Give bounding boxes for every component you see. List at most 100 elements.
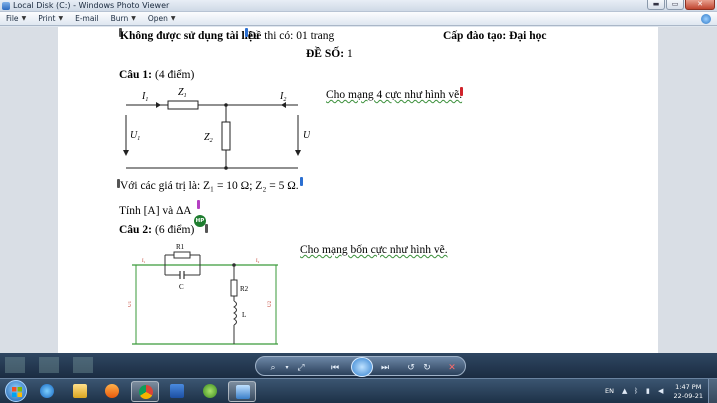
r2-resistor [230, 279, 238, 297]
label-r1: R1 [176, 243, 185, 251]
clock-time: 1:47 PM [675, 383, 702, 391]
label-i2: I₂ [256, 259, 260, 264]
folder-icon [73, 384, 87, 398]
rotate-right-icon[interactable]: ↻ [420, 362, 434, 374]
q2-text: Cho mạng bốn cực như hình vẽ. [300, 244, 448, 256]
window-title: Local Disk (C:) - Windows Photo Viewer [13, 1, 170, 10]
z1-resistor [167, 100, 199, 110]
clock-date: 22-09-21 [673, 392, 703, 400]
circuit-diagram-1: I1 Z1 I2 Z2 U1 U2 [123, 87, 310, 170]
chevron-down-icon: ▼ [21, 15, 27, 22]
windows-logo-icon [12, 387, 22, 397]
word-icon [170, 384, 184, 398]
network-icon[interactable]: ▮ [646, 387, 653, 395]
taskbar: EN ▲ ᛒ ▮ ◀ 1:47 PM 22-09-21 [0, 378, 717, 403]
title-bar: Local Disk (C:) - Windows Photo Viewer ▬… [0, 0, 717, 12]
window-controls: ▬ ▭ ✕ [646, 0, 715, 11]
voltage-arrow-icon [123, 150, 129, 156]
menu-print-label: Print [38, 14, 56, 23]
zoom-icon[interactable]: ⌕ [266, 362, 280, 374]
taskbar-app[interactable] [196, 381, 224, 402]
rotate-left-icon[interactable]: ↺ [404, 362, 418, 374]
q1-points: (4 điểm) [155, 69, 195, 81]
label-u1: U1 [130, 130, 140, 142]
q1-values: Với các giá trị là: Z₁ = 10 Ω; Z₂ = 5 Ω. [120, 180, 299, 192]
label-i1: I₁ [142, 259, 146, 264]
menu-burn[interactable]: Burn ▼ [105, 12, 142, 26]
comment-marker[interactable] [300, 177, 303, 186]
label-l: L [242, 311, 246, 319]
slideshow-button[interactable] [351, 357, 373, 377]
current-arrow-icon [156, 102, 161, 108]
clock[interactable]: 1:47 PM 22-09-21 [673, 383, 703, 401]
label-i1: I1 [141, 91, 148, 103]
menu-print[interactable]: Print ▼ [32, 12, 69, 26]
photo-viewer-icon [2, 2, 10, 10]
delete-icon[interactable]: ✕ [445, 362, 459, 374]
start-button[interactable] [5, 380, 27, 402]
show-desktop-button[interactable] [708, 379, 717, 403]
taskbar-photo-viewer[interactable] [228, 381, 256, 402]
q2-points: (6 điểm) [155, 224, 195, 236]
header-mid: Đề thi có: 01 trang [248, 30, 335, 42]
exam-page-image: Không được sử dụng tài liệu Đề thi có: 0… [58, 27, 658, 353]
photo-viewer-icon [236, 385, 250, 399]
label-c: C [179, 283, 184, 291]
label-z2: Z2 [204, 132, 213, 144]
taskbar-media-player[interactable] [98, 381, 126, 402]
exam-number-value: 1 [347, 48, 353, 60]
menu-file-label: File [6, 14, 19, 23]
previous-icon[interactable]: ⏮ [328, 362, 342, 374]
taskbar-word[interactable] [163, 381, 191, 402]
label-u2: U2 [303, 130, 310, 142]
label-u1: U1 [128, 300, 133, 307]
show-hidden-icons-icon[interactable]: ▲ [622, 387, 629, 395]
chevron-down-icon: ▼ [58, 15, 64, 22]
maximize-button[interactable]: ▭ [666, 0, 684, 10]
app-icon [203, 384, 217, 398]
menu-file[interactable]: File ▼ [0, 12, 32, 26]
q1-text: Cho mạng 4 cực như hình vẽ. [326, 89, 463, 101]
viewer-controls: ⌕ ▾ ⤢ ⏮ ⏭ ↺ ↻ ✕ [255, 356, 466, 377]
taskbar-chrome[interactable] [131, 381, 159, 402]
chevron-down-icon[interactable]: ▾ [280, 362, 294, 374]
system-tray: EN ▲ ᛒ ▮ ◀ 1:47 PM 22-09-21 [602, 379, 717, 403]
actual-size-icon[interactable]: ⤢ [294, 362, 308, 374]
label-u2: U2 [268, 300, 273, 307]
header-left: Không được sử dụng tài liệu [120, 30, 260, 42]
menu-email[interactable]: E-mail [69, 12, 105, 26]
taskbar-ie[interactable] [33, 381, 61, 402]
menu-burn-label: Burn [110, 14, 129, 23]
next-icon[interactable]: ⏭ [378, 362, 392, 374]
taskbar-explorer[interactable] [66, 381, 94, 402]
menu-open[interactable]: Open ▼ [142, 12, 182, 26]
menu-right-icons [701, 14, 711, 24]
label-i2: I2 [279, 91, 286, 103]
chrome-icon [139, 385, 153, 399]
help-icon[interactable] [701, 14, 711, 24]
header-right: Cấp đào tạo: Đại học [443, 30, 547, 42]
circuit-diagram-2: R1 C R2 L I₁ I₂ U1 U2 [128, 243, 278, 345]
menu-open-label: Open [147, 14, 168, 23]
media-player-icon [105, 384, 119, 398]
voltage-arrow-icon [295, 150, 301, 156]
label-r2: R2 [240, 285, 249, 293]
r1-resistor [173, 251, 191, 259]
z2-resistor [221, 121, 231, 151]
comment-marker[interactable] [205, 224, 208, 233]
language-indicator[interactable]: EN [605, 387, 614, 395]
bluetooth-icon[interactable]: ᛒ [634, 387, 641, 395]
chevron-down-icon: ▼ [131, 15, 136, 22]
menu-bar: File ▼ Print ▼ E-mail Burn ▼ Open ▼ [0, 12, 717, 26]
ie-icon [40, 384, 54, 398]
minimize-button[interactable]: ▬ [647, 0, 665, 10]
q1-task: Tính [A] và ∆A [119, 205, 192, 217]
menu-email-label: E-mail [75, 14, 99, 23]
volume-icon[interactable]: ◀ [658, 387, 665, 395]
comment-marker[interactable] [460, 87, 463, 96]
comment-marker[interactable] [197, 200, 200, 209]
close-button[interactable]: ✕ [685, 0, 715, 10]
q2-label: Câu 2: [119, 224, 152, 236]
desktop-background [3, 355, 113, 375]
q1-label: Câu 1: [119, 69, 152, 81]
